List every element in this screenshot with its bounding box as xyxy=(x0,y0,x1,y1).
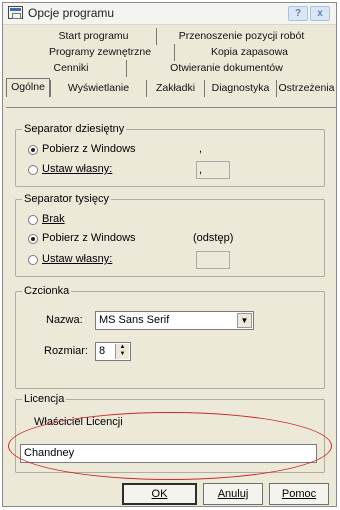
decimal-windows-option[interactable]: Pobierz z Windows , xyxy=(16,142,316,158)
thousands-none-option[interactable]: Brak xyxy=(16,212,136,228)
font-name-select[interactable]: MS Sans Serif ▼ xyxy=(95,311,254,330)
font-size-spinner[interactable]: 8 ▲ ▼ xyxy=(95,342,131,361)
decimal-custom-radio[interactable] xyxy=(28,165,38,175)
license-owner-label: Właściciel Licencji xyxy=(34,416,123,428)
window-title: Opcje programu xyxy=(28,6,115,20)
tab-row-1: Start programu Przenoszenie pozycji robó… xyxy=(6,28,336,45)
thousands-separator-group: Separator tysięcy Brak Pobierz z Windows… xyxy=(15,193,325,277)
tab-wyswietlanie[interactable]: Wyświetlanie xyxy=(50,80,146,97)
tab-strip: Start programu Przenoszenie pozycji robó… xyxy=(6,27,336,108)
thousands-custom-option[interactable]: Ustaw własny: xyxy=(16,252,316,268)
spin-up-icon[interactable]: ▲ xyxy=(116,344,129,351)
tab-divider xyxy=(6,107,336,108)
app-icon xyxy=(8,6,23,19)
thousands-windows-radio[interactable] xyxy=(28,234,38,244)
thousands-custom-input[interactable] xyxy=(196,251,230,269)
thousands-none-radio[interactable] xyxy=(28,215,38,225)
spin-down-icon[interactable]: ▼ xyxy=(116,351,129,358)
dropdown-arrow-icon[interactable]: ▼ xyxy=(237,313,252,328)
thousands-windows-value: (odstęp) xyxy=(193,232,234,244)
help-button[interactable]: Pomoc xyxy=(269,483,329,505)
tab-start-programu[interactable]: Start programu xyxy=(31,28,156,45)
tab-ogolne[interactable]: Ogólne xyxy=(6,78,50,97)
font-name-value: MS Sans Serif xyxy=(99,314,170,326)
font-size-value: 8 xyxy=(99,345,106,357)
decimal-windows-value: , xyxy=(199,143,203,155)
tab-zakladki[interactable]: Zakładki xyxy=(146,80,204,97)
options-dialog: Opcje programu ? x Start programu Przeno… xyxy=(2,2,337,507)
decimal-separator-legend: Separator dziesiętny xyxy=(22,123,127,135)
help-label: Pomoc xyxy=(281,488,317,500)
spin-buttons: ▲ ▼ xyxy=(115,344,129,359)
thousands-windows-label: Pobierz z Windows xyxy=(42,232,136,244)
tab-ostrzezenia[interactable]: Ostrzeżenia xyxy=(276,80,336,97)
font-legend: Czcionka xyxy=(22,285,72,297)
font-size-label: Rozmiar: xyxy=(44,345,89,357)
tab-otwieranie-dokumentow[interactable]: Otwieranie dokumentów xyxy=(126,60,326,77)
decimal-separator-group: Separator dziesiętny Pobierz z Windows ,… xyxy=(15,123,325,187)
thousands-custom-label: Ustaw własny: xyxy=(42,253,113,265)
thousands-none-label: Brak xyxy=(42,213,65,225)
help-icon[interactable]: ? xyxy=(288,6,308,21)
tab-diagnostyka[interactable]: Diagnostyka xyxy=(204,80,276,97)
tab-row-2: Programy zewnętrzne Kopia zapasowa xyxy=(6,44,336,61)
tab-przenoszenie-pozycji[interactable]: Przenoszenie pozycji robót xyxy=(156,28,326,45)
decimal-custom-input[interactable]: , xyxy=(196,161,230,179)
tab-row-3: Cenniki Otwieranie dokumentów xyxy=(6,60,336,77)
cancel-label: Anuluj xyxy=(217,488,249,500)
decimal-windows-radio[interactable] xyxy=(28,145,38,155)
tab-kopia-zapasowa[interactable]: Kopia zapasowa xyxy=(174,44,324,61)
tab-row-4: Ogólne Wyświetlanie Zakładki Diagnostyka… xyxy=(6,78,336,97)
decimal-windows-label: Pobierz z Windows xyxy=(42,143,136,155)
title-bar: Opcje programu ? x xyxy=(3,3,336,25)
ok-button[interactable]: OK xyxy=(122,483,197,505)
tab-programy-zewnetrzne[interactable]: Programy zewnętrzne xyxy=(26,44,174,61)
font-name-label: Nazwa: xyxy=(46,314,83,326)
font-group: Czcionka Nazwa: MS Sans Serif ▼ Rozmiar:… xyxy=(15,285,325,389)
thousands-separator-legend: Separator tysięcy xyxy=(22,193,111,205)
decimal-custom-label: Ustaw własny: xyxy=(42,163,113,175)
thousands-windows-option[interactable]: Pobierz z Windows (odstęp) xyxy=(16,231,316,247)
decimal-custom-option[interactable]: Ustaw własny: xyxy=(16,162,316,178)
ok-label: OK xyxy=(151,488,168,500)
license-group: Licencja Właściciel Licencji Chandney xyxy=(15,393,325,473)
cancel-button[interactable]: Anuluj xyxy=(203,483,263,505)
license-legend: Licencja xyxy=(22,393,67,405)
license-owner-input[interactable]: Chandney xyxy=(20,444,317,463)
tab-cenniki[interactable]: Cenniki xyxy=(16,60,126,77)
close-icon[interactable]: x xyxy=(310,6,330,21)
thousands-custom-radio[interactable] xyxy=(28,255,38,265)
